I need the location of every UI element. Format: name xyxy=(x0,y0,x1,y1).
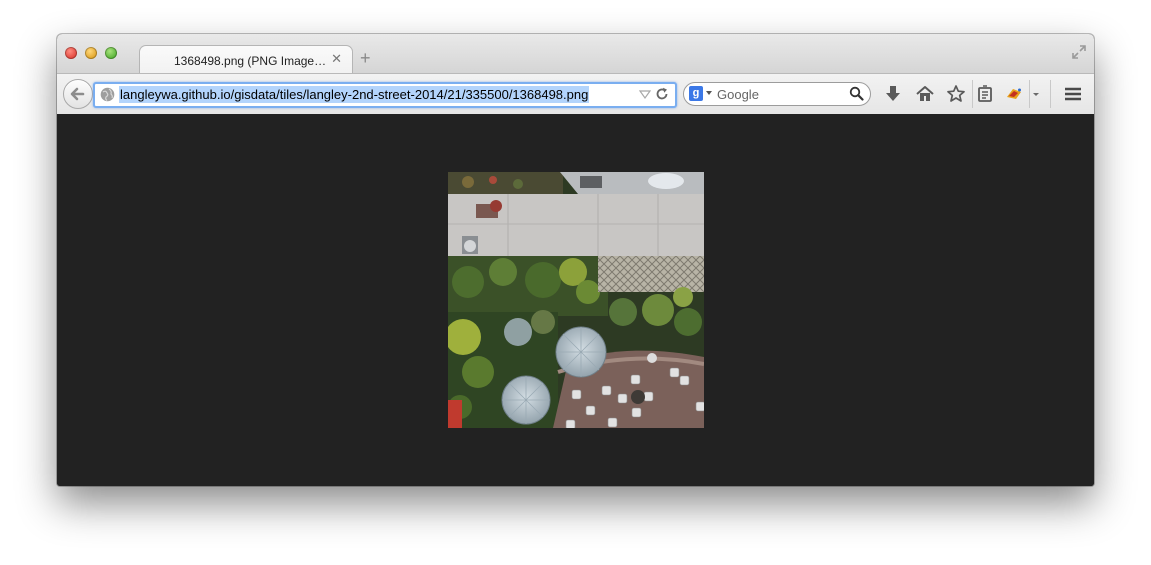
back-arrow-icon xyxy=(70,87,85,101)
browser-window: 1368498.png (PNG Image… ✕ + langleywa.gi… xyxy=(57,34,1094,486)
new-tab-button[interactable]: + xyxy=(360,49,371,67)
addon-icon[interactable] xyxy=(1004,84,1024,104)
download-icon[interactable] xyxy=(883,84,903,104)
toolbar-separator xyxy=(1050,80,1051,108)
navigation-toolbar: langleywa.github.io/gisdata/tiles/langle… xyxy=(57,73,1094,115)
search-bar[interactable]: g xyxy=(683,82,871,106)
search-input[interactable] xyxy=(717,85,842,103)
bookmark-star-icon[interactable] xyxy=(946,84,966,104)
title-bar: 1368498.png (PNG Image… ✕ + xyxy=(57,34,1094,75)
toolbar-separator xyxy=(972,80,973,108)
tab-close-icon[interactable]: ✕ xyxy=(331,52,342,66)
engine-dropdown-icon[interactable] xyxy=(706,91,712,95)
close-window-button[interactable] xyxy=(65,47,77,59)
url-dropdown-icon[interactable] xyxy=(639,88,651,100)
search-engine-icon[interactable]: g xyxy=(689,86,703,101)
fullscreen-icon[interactable] xyxy=(1072,45,1086,59)
search-icon[interactable] xyxy=(849,86,864,101)
minimize-window-button[interactable] xyxy=(85,47,97,59)
tab-image[interactable]: 1368498.png (PNG Image… ✕ xyxy=(139,45,353,75)
url-text[interactable]: langleywa.github.io/gisdata/tiles/langle… xyxy=(119,86,590,103)
aerial-tile-image xyxy=(448,172,704,428)
menu-icon[interactable] xyxy=(1063,84,1083,104)
globe-icon[interactable] xyxy=(100,87,115,102)
tab-title: 1368498.png (PNG Image… xyxy=(174,54,326,68)
home-icon[interactable] xyxy=(915,84,935,104)
reload-icon[interactable] xyxy=(655,87,669,101)
reading-list-icon[interactable] xyxy=(975,84,995,104)
url-bar[interactable]: langleywa.github.io/gisdata/tiles/langle… xyxy=(93,82,677,108)
zoom-window-button[interactable] xyxy=(105,47,117,59)
back-button[interactable] xyxy=(63,79,93,109)
addon-dropdown-icon[interactable] xyxy=(1030,84,1042,104)
image-viewer-content xyxy=(57,114,1094,486)
